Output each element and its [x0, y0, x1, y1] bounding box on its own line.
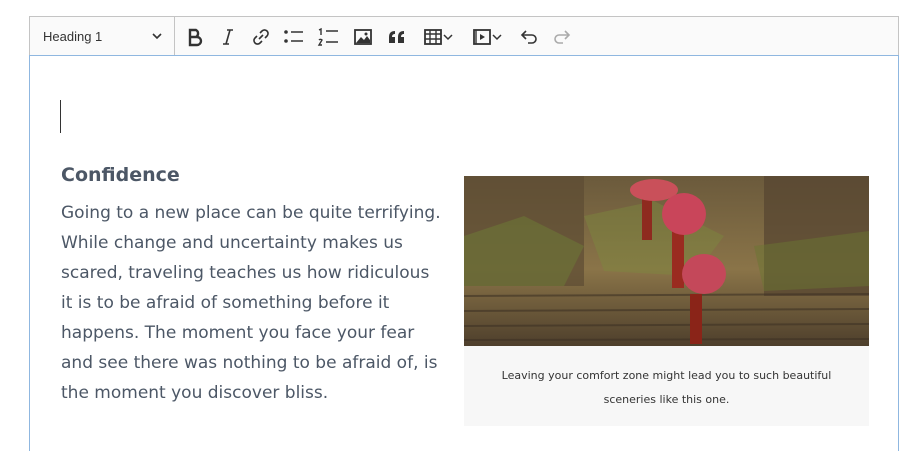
bulleted-list-button[interactable]	[281, 24, 307, 50]
monks-umbrellas-image	[464, 176, 869, 346]
rich-text-editor: Heading 1 Confidence Going to a new plac…	[29, 16, 899, 451]
editor-content-area[interactable]: Confidence Going to a new place can be q…	[29, 55, 899, 451]
block-quote-button[interactable]	[384, 24, 410, 50]
undo-button[interactable]	[516, 24, 542, 50]
editor-toolbar: Heading 1	[29, 16, 899, 56]
italic-icon	[223, 29, 233, 45]
insert-table-button[interactable]	[418, 24, 458, 50]
insert-media-button[interactable]	[467, 24, 507, 50]
numbered-list-button[interactable]	[315, 24, 341, 50]
text-cursor	[60, 100, 61, 133]
numbered-list-icon	[317, 27, 338, 46]
figure-caption[interactable]: Leaving your comfort zone might lead you…	[484, 364, 849, 412]
table-icon	[424, 29, 442, 45]
chevron-down-icon	[443, 34, 453, 41]
image-icon	[354, 29, 372, 45]
heading-select[interactable]: Heading 1	[30, 17, 175, 56]
chevron-down-icon	[152, 33, 162, 40]
content-heading: Confidence	[61, 164, 180, 186]
chevron-down-icon	[492, 34, 502, 41]
quote-icon	[389, 31, 404, 43]
redo-button[interactable]	[549, 24, 575, 50]
italic-button[interactable]	[215, 24, 241, 50]
bold-icon	[188, 28, 203, 47]
bold-button[interactable]	[182, 24, 208, 50]
redo-icon	[554, 30, 571, 44]
link-button[interactable]	[248, 24, 274, 50]
image-figure[interactable]: Leaving your comfort zone might lead you…	[464, 176, 869, 426]
link-icon	[253, 29, 269, 45]
insert-image-button[interactable]	[350, 24, 376, 50]
content-paragraph: Going to a new place can be quite terrif…	[61, 203, 441, 403]
undo-icon	[520, 30, 537, 44]
heading-select-label: Heading 1	[43, 29, 103, 44]
media-icon	[473, 29, 491, 45]
bulleted-list-icon	[284, 30, 303, 43]
